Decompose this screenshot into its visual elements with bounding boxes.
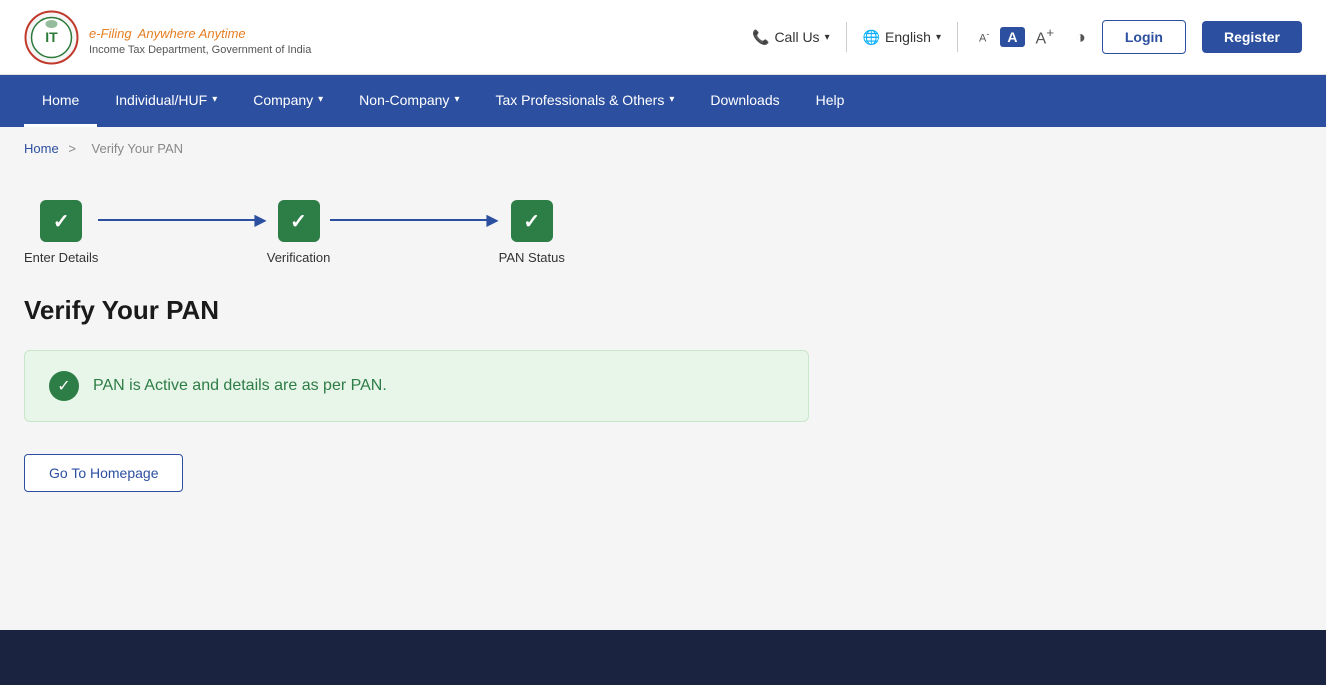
progress-stepper: ✓ Enter Details ▶ ✓ Verification ▶ ✓ PAN… — [24, 190, 1302, 265]
breadcrumb-current: Verify Your PAN — [92, 141, 184, 156]
logo-title-text: e-Filing — [89, 26, 132, 41]
register-button[interactable]: Register — [1202, 21, 1302, 53]
connector-1-2: ▶ — [98, 210, 266, 230]
logo-title: e-Filing Anywhere Anytime — [89, 18, 311, 44]
call-us-button[interactable]: 📞 Call Us ▾ — [752, 29, 830, 46]
go-to-homepage-button[interactable]: Go To Homepage — [24, 454, 183, 492]
language-selector[interactable]: 🌐 English ▾ — [863, 29, 941, 46]
logo-tagline: Anywhere Anytime — [138, 26, 246, 41]
logo-text-group: e-Filing Anywhere Anytime Income Tax Dep… — [89, 18, 311, 56]
success-message-text: PAN is Active and details are as per PAN… — [93, 377, 387, 395]
nav-non-company[interactable]: Non-Company ▾ — [341, 75, 477, 127]
call-chevron-icon: ▾ — [825, 32, 830, 43]
nav-individual-chevron: ▾ — [212, 94, 217, 105]
nav-company-label: Company — [253, 92, 313, 108]
main-content: ✓ Enter Details ▶ ✓ Verification ▶ ✓ PAN… — [0, 170, 1326, 630]
connector-line-2 — [330, 219, 490, 221]
divider-2 — [957, 22, 958, 52]
call-us-label: Call Us — [774, 29, 819, 45]
nav-company-chevron: ▾ — [318, 94, 323, 105]
page-title: Verify Your PAN — [24, 295, 1302, 326]
emblem-icon: IT — [24, 10, 79, 65]
footer-bar — [0, 630, 1326, 685]
nav-downloads-label: Downloads — [710, 92, 779, 108]
header-controls: 📞 Call Us ▾ 🌐 English ▾ A- A A+ ◑ Login … — [752, 20, 1302, 54]
success-check-icon: ✓ — [49, 371, 79, 401]
nav-help-label: Help — [816, 92, 845, 108]
nav-company[interactable]: Company ▾ — [235, 75, 341, 127]
language-label: English — [885, 29, 931, 45]
step-1-label: Enter Details — [24, 250, 98, 265]
nav-home-label: Home — [42, 92, 79, 108]
step-enter-details: ✓ Enter Details — [24, 200, 98, 265]
breadcrumb-separator: > — [68, 141, 76, 156]
step-pan-status: ✓ PAN Status — [499, 200, 565, 265]
step-verification: ✓ Verification — [267, 200, 331, 265]
svg-text:IT: IT — [45, 29, 58, 45]
font-normal-button[interactable]: A — [1000, 27, 1024, 47]
divider-1 — [846, 22, 847, 52]
nav-home[interactable]: Home — [24, 75, 97, 127]
step-2-icon: ✓ — [278, 200, 320, 242]
connector-line-1 — [98, 219, 258, 221]
step-1-icon: ✓ — [40, 200, 82, 242]
breadcrumb: Home > Verify Your PAN — [0, 127, 1326, 170]
breadcrumb-home-link[interactable]: Home — [24, 141, 59, 156]
nav-tax-professionals[interactable]: Tax Professionals & Others ▾ — [477, 75, 692, 127]
globe-icon: 🌐 — [863, 29, 880, 46]
nav-non-company-chevron: ▾ — [454, 94, 459, 105]
main-navbar: Home Individual/HUF ▾ Company ▾ Non-Comp… — [0, 75, 1326, 127]
login-button[interactable]: Login — [1102, 20, 1186, 54]
nav-individual-huf[interactable]: Individual/HUF ▾ — [97, 75, 235, 127]
phone-icon: 📞 — [752, 29, 769, 46]
font-decrease-button[interactable]: A- — [974, 27, 994, 47]
success-message-box: ✓ PAN is Active and details are as per P… — [24, 350, 809, 422]
step-3-icon: ✓ — [511, 200, 553, 242]
nav-individual-label: Individual/HUF — [115, 92, 207, 108]
logo-area: IT e-Filing Anywhere Anytime Income Tax … — [24, 10, 311, 65]
nav-tax-professionals-chevron: ▾ — [669, 94, 674, 105]
font-size-controls: A- A A+ — [974, 23, 1059, 50]
font-increase-button[interactable]: A+ — [1031, 23, 1059, 50]
contrast-toggle-button[interactable]: ◑ — [1075, 27, 1086, 48]
nav-non-company-label: Non-Company — [359, 92, 449, 108]
nav-tax-professionals-label: Tax Professionals & Others — [495, 92, 664, 108]
step-2-label: Verification — [267, 250, 331, 265]
lang-chevron-icon: ▾ — [936, 32, 941, 43]
nav-downloads[interactable]: Downloads — [692, 75, 797, 127]
nav-help[interactable]: Help — [798, 75, 863, 127]
step-3-label: PAN Status — [499, 250, 565, 265]
site-header: IT e-Filing Anywhere Anytime Income Tax … — [0, 0, 1326, 75]
connector-2-3: ▶ — [330, 210, 498, 230]
logo-subtitle: Income Tax Department, Government of Ind… — [89, 44, 311, 56]
